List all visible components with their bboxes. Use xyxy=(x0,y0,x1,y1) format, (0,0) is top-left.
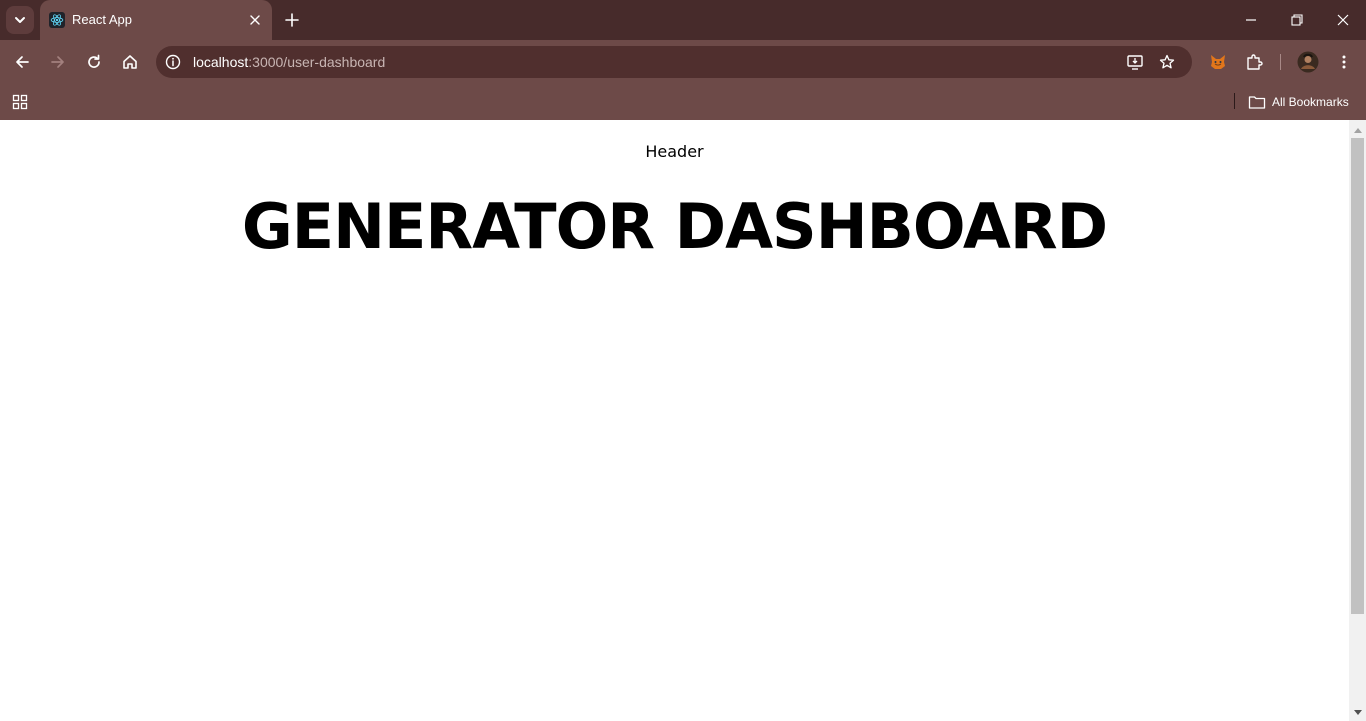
install-app-button[interactable] xyxy=(1124,51,1146,73)
page-header-text: Header xyxy=(645,142,704,161)
bookmark-star-button[interactable] xyxy=(1156,51,1178,73)
browser-menu-button[interactable] xyxy=(1330,48,1358,76)
browser-tab[interactable]: React App xyxy=(40,0,272,40)
browser-toolbar: localhost:3000/user-dashboard xyxy=(0,40,1366,84)
install-app-icon xyxy=(1127,55,1143,70)
triangle-up-icon xyxy=(1353,128,1362,133)
extensions-button[interactable] xyxy=(1240,48,1268,76)
scroll-down-arrow[interactable] xyxy=(1349,706,1366,720)
minimize-button[interactable] xyxy=(1228,0,1274,40)
profile-button[interactable] xyxy=(1294,48,1322,76)
restore-icon xyxy=(1291,14,1303,26)
plus-icon xyxy=(285,13,299,27)
chevron-down-icon xyxy=(15,17,25,23)
url-path: :3000/user-dashboard xyxy=(248,54,386,70)
close-window-button[interactable] xyxy=(1320,0,1366,40)
arrow-right-icon xyxy=(51,56,64,68)
tab-search-button[interactable] xyxy=(6,6,34,34)
all-bookmarks-button[interactable]: All Bookmarks xyxy=(1248,90,1349,114)
forward-button[interactable] xyxy=(44,48,72,76)
restore-button[interactable] xyxy=(1274,0,1320,40)
bookmarks-bar: All Bookmarks xyxy=(0,84,1366,120)
site-info-button[interactable] xyxy=(162,51,184,73)
react-logo-icon xyxy=(49,12,65,28)
close-icon xyxy=(1337,14,1349,26)
star-icon xyxy=(1159,54,1175,69)
triangle-down-icon xyxy=(1353,710,1362,715)
tab-close-button[interactable] xyxy=(246,11,264,29)
page-viewport: Header GENERATOR DASHBOARD xyxy=(0,120,1349,721)
fox-extension-icon xyxy=(1211,55,1225,69)
home-icon xyxy=(123,55,137,69)
browser-titlebar: React App xyxy=(0,0,1366,40)
scrollbar-thumb[interactable] xyxy=(1351,138,1364,614)
puzzle-icon xyxy=(1247,54,1263,70)
home-button[interactable] xyxy=(116,48,144,76)
folder-icon xyxy=(1248,96,1266,109)
close-icon xyxy=(250,15,260,25)
reload-icon xyxy=(88,54,100,68)
minimize-icon xyxy=(1246,19,1256,21)
apps-button[interactable] xyxy=(8,90,32,114)
url-text[interactable]: localhost:3000/user-dashboard xyxy=(193,54,385,70)
address-bar[interactable]: localhost:3000/user-dashboard xyxy=(156,46,1192,78)
arrow-left-icon xyxy=(16,56,29,68)
scroll-up-arrow[interactable] xyxy=(1349,123,1366,137)
metamask-extension-button[interactable] xyxy=(1204,48,1232,76)
apps-grid-icon xyxy=(12,94,28,110)
avatar xyxy=(1297,51,1319,73)
page-title: GENERATOR DASHBOARD xyxy=(241,190,1108,263)
back-button[interactable] xyxy=(8,48,36,76)
new-tab-button[interactable] xyxy=(280,8,304,32)
page-scrollbar[interactable] xyxy=(1349,120,1366,721)
bookmarks-divider xyxy=(1234,93,1235,109)
url-host: localhost xyxy=(193,54,249,70)
kebab-menu-icon xyxy=(1342,55,1346,69)
toolbar-divider xyxy=(1280,54,1281,70)
tab-title: React App xyxy=(72,12,132,27)
all-bookmarks-label: All Bookmarks xyxy=(1272,95,1349,109)
info-icon xyxy=(165,54,181,70)
reload-button[interactable] xyxy=(80,48,108,76)
